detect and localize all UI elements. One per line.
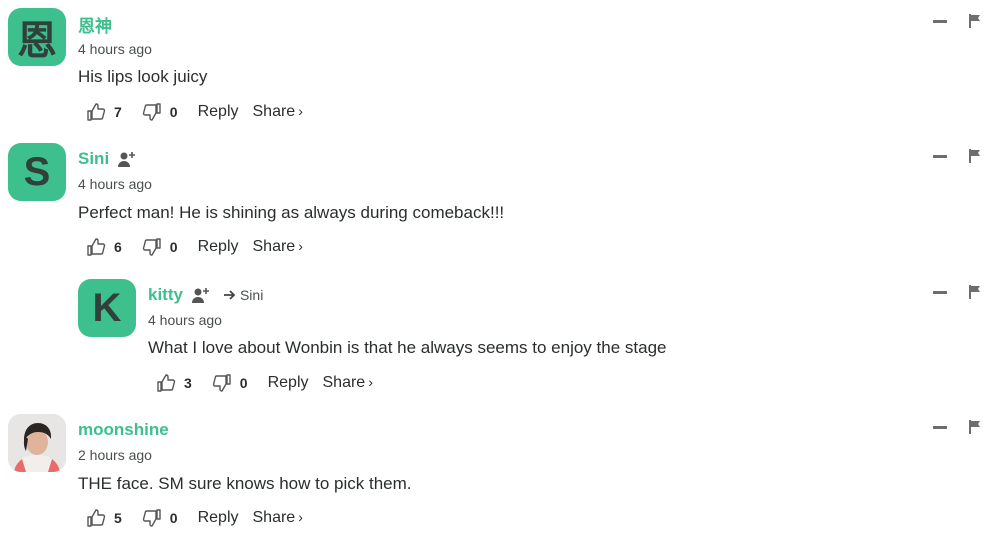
collapse-icon[interactable] (933, 290, 947, 294)
upvote-count: 6 (114, 239, 122, 255)
collapse-icon[interactable] (933, 19, 947, 23)
downvote-button[interactable]: 0 (142, 508, 178, 528)
follow-user-icon[interactable] (191, 286, 211, 304)
upvote-button[interactable]: 7 (86, 102, 122, 122)
avatar[interactable]: 恩 (8, 8, 66, 66)
flag-icon[interactable] (969, 14, 981, 28)
collapse-icon[interactable] (933, 154, 947, 158)
reply-button[interactable]: Reply (268, 374, 309, 392)
upvote-count: 7 (114, 104, 122, 120)
flag-icon[interactable] (969, 285, 981, 299)
timestamp[interactable]: 4 hours ago (148, 312, 222, 328)
reply-button[interactable]: Reply (198, 103, 239, 121)
downvote-button[interactable]: 0 (142, 237, 178, 257)
timestamp[interactable]: 4 hours ago (78, 41, 152, 57)
share-label: Share (322, 374, 366, 391)
comment-text: What I love about Wonbin is that he alwa… (148, 338, 667, 357)
share-button[interactable]: Share › (253, 103, 303, 121)
timestamp[interactable]: 2 hours ago (78, 447, 152, 463)
chevron-right-icon: › (298, 238, 303, 254)
avatar-letter: 恩 (17, 19, 57, 63)
share-label: Share (252, 509, 296, 526)
downvote-button[interactable]: 0 (212, 373, 248, 393)
share-button[interactable]: Share › (253, 238, 303, 256)
upvote-button[interactable]: 3 (156, 373, 192, 393)
comment-text: His lips look juicy (78, 67, 208, 86)
thumbs-up-icon (157, 374, 176, 392)
reply-arrow-icon (223, 290, 236, 300)
avatar[interactable] (8, 414, 66, 472)
downvote-button[interactable]: 0 (142, 102, 178, 122)
reply-to-link[interactable]: Sini (223, 287, 263, 303)
share-label: Share (252, 103, 296, 120)
downvote-count: 0 (239, 375, 248, 391)
share-button[interactable]: Share › (323, 374, 373, 392)
avatar-photo (8, 414, 66, 472)
timestamp[interactable]: 4 hours ago (78, 176, 152, 192)
chevron-right-icon: › (368, 374, 373, 390)
avatar[interactable]: K (78, 279, 136, 337)
reply-button[interactable]: Reply (198, 509, 239, 527)
flag-icon[interactable] (969, 420, 981, 434)
thumbs-down-icon (142, 103, 161, 121)
upvote-button[interactable]: 5 (86, 508, 122, 528)
thumbs-up-icon (87, 103, 106, 121)
reply-button[interactable]: Reply (198, 238, 239, 256)
downvote-count: 0 (169, 104, 178, 120)
thumbs-down-icon (142, 509, 161, 527)
avatar[interactable]: S (8, 143, 66, 201)
collapse-icon[interactable] (933, 425, 947, 429)
downvote-count: 0 (169, 239, 178, 255)
share-button[interactable]: Share › (253, 509, 303, 527)
chevron-right-icon: › (298, 103, 303, 119)
thumbs-down-icon (142, 238, 161, 256)
author-name[interactable]: 恩神 (78, 12, 112, 37)
downvote-count: 0 (169, 510, 178, 526)
avatar-letter: K (92, 285, 122, 330)
reply-to-name: Sini (239, 287, 264, 303)
upvote-button[interactable]: 6 (86, 237, 122, 257)
upvote-count: 5 (114, 510, 122, 526)
thumbs-up-icon (87, 509, 106, 527)
author-name[interactable]: moonshine (78, 420, 169, 440)
comment-text: Perfect man! He is shining as always dur… (78, 203, 505, 222)
author-name[interactable]: kitty (148, 285, 183, 305)
comment-text: THE face. SM sure knows how to pick them… (78, 474, 412, 493)
flag-icon[interactable] (969, 149, 981, 163)
upvote-count: 3 (184, 375, 192, 391)
follow-user-icon[interactable] (117, 150, 137, 168)
author-name[interactable]: Sini (78, 149, 109, 169)
avatar-letter: S (23, 149, 51, 194)
thumbs-down-icon (212, 374, 231, 392)
chevron-right-icon: › (298, 509, 303, 525)
thumbs-up-icon (87, 238, 106, 256)
share-label: Share (252, 238, 296, 255)
